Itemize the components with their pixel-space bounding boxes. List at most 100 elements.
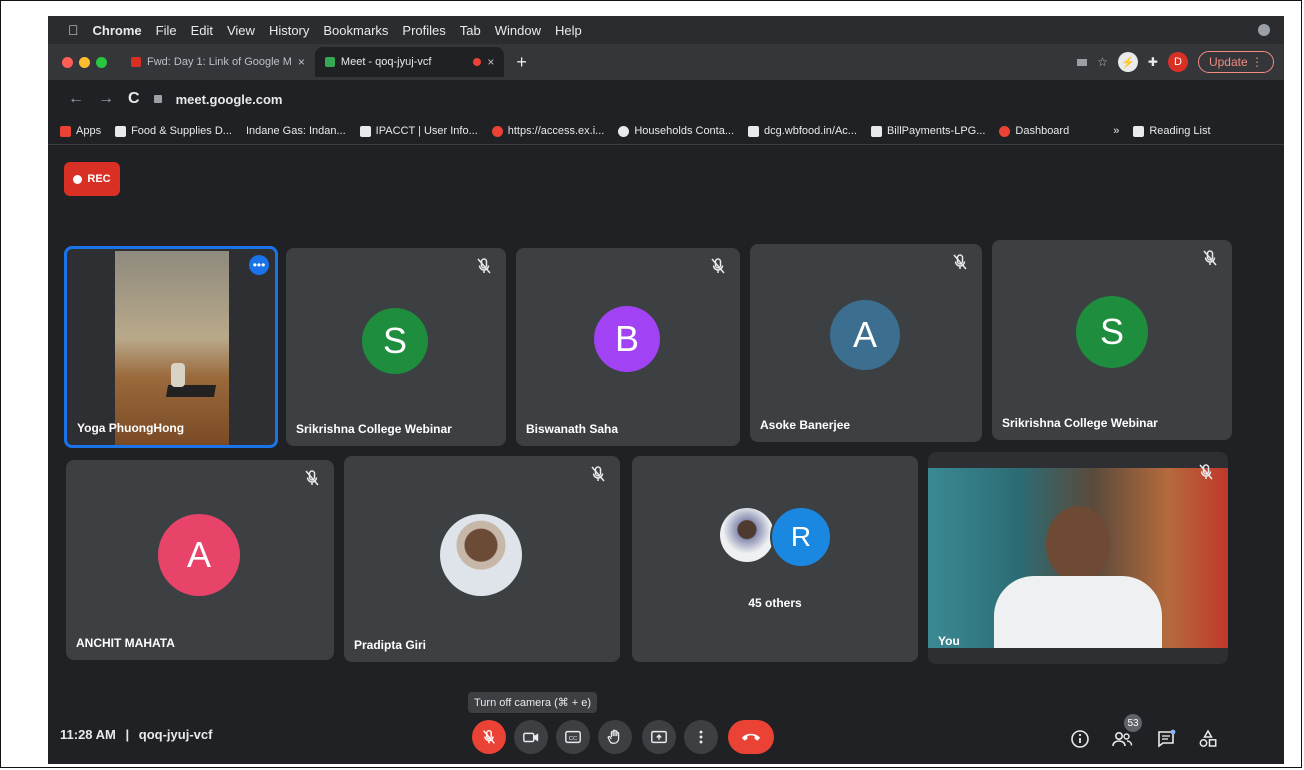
forward-icon[interactable]: → <box>98 90 114 108</box>
more-options-button[interactable] <box>684 720 718 754</box>
mic-off-icon <box>591 466 605 482</box>
reading-list-button[interactable]: Reading List <box>1133 125 1211 137</box>
camera-toggle-button[interactable] <box>514 720 548 754</box>
menu-profiles[interactable]: Profiles <box>402 23 445 38</box>
person-head <box>1046 506 1110 582</box>
menu-file[interactable]: File <box>156 23 177 38</box>
profile-avatar[interactable]: D <box>1167 52 1188 72</box>
video-feed <box>115 251 229 445</box>
close-window-icon[interactable] <box>62 56 73 68</box>
meeting-code: qoq-jyuj-vcf <box>138 727 213 742</box>
bookmark-dcg-wbfood[interactable]: dcg.wbfood.in/Ac... <box>748 125 857 137</box>
mic-off-icon <box>483 729 495 744</box>
apple-icon[interactable]:  <box>68 22 79 38</box>
record-dot-icon <box>73 174 83 184</box>
recording-badge[interactable]: REC <box>64 162 120 196</box>
captions-button[interactable]: CC <box>556 720 590 754</box>
extension-icon[interactable]: ⚡ <box>1117 52 1138 72</box>
menu-history[interactable]: History <box>269 23 309 38</box>
people-icon <box>1112 731 1133 747</box>
menu-tab[interactable]: Tab <box>460 23 481 38</box>
meeting-info: 11:28 AM | qoq-jyuj-vcf <box>60 727 212 742</box>
leave-call-button[interactable] <box>728 720 774 754</box>
menu-view[interactable]: View <box>227 23 255 38</box>
bookmark-apps[interactable]: Apps <box>60 125 101 137</box>
present-screen-button[interactable] <box>642 720 676 754</box>
bookmark-access[interactable]: https://access.ex.i... <box>491 125 604 137</box>
puzzle-icon[interactable]: ✚ <box>1148 55 1158 69</box>
participant-tile-others[interactable]: R 45 others <box>632 456 918 662</box>
present-icon <box>651 730 667 744</box>
bookmark-households[interactable]: Households Conta... <box>618 125 734 137</box>
bookmark-dashboard[interactable]: Dashboard <box>999 125 1069 137</box>
back-icon[interactable]: ← <box>68 90 84 108</box>
participant-name: Asoke Banerjee <box>760 418 851 432</box>
participant-avatar: S <box>1076 296 1148 368</box>
raise-hand-button[interactable] <box>598 720 632 754</box>
activities-button[interactable] <box>1196 728 1220 750</box>
menu-bar:  Chrome File Edit View History Bookmark… <box>48 16 1284 44</box>
bookmark-food-supplies[interactable]: Food & Supplies D... <box>115 125 232 137</box>
star-icon[interactable]: ☆ <box>1097 55 1108 69</box>
participant-name: Yoga PhuongHong <box>77 421 185 435</box>
hang-up-icon <box>741 733 761 741</box>
update-button[interactable]: Update ⋮ <box>1197 51 1274 73</box>
participant-tile-you[interactable]: You <box>928 452 1228 664</box>
participant-tile-yoga[interactable]: ••• Yoga PhuongHong <box>64 246 278 448</box>
minimize-window-icon[interactable] <box>79 56 90 68</box>
captions-icon: CC <box>565 730 581 744</box>
chat-icon <box>1158 729 1176 748</box>
url-field[interactable]: meet.google.com <box>176 92 283 107</box>
tab-meet[interactable]: Meet - qoq-jyuj-vcf × <box>314 47 505 77</box>
bookmark-label: Apps <box>76 125 102 137</box>
more-vert-icon <box>699 730 703 744</box>
camera-indicator-icon[interactable] <box>1077 58 1088 66</box>
toolbar-right: ☆ ⚡ ✚ D Update ⋮ <box>1077 51 1274 73</box>
mic-toggle-button[interactable] <box>472 720 506 754</box>
participant-tile-anchit[interactable]: A ANCHIT MAHATA <box>66 460 334 660</box>
close-tab-icon[interactable]: × <box>298 55 305 69</box>
tab-label: Meet - qoq-jyuj-vcf <box>340 56 432 68</box>
mic-off-icon <box>711 258 725 274</box>
meeting-details-button[interactable] <box>1068 728 1092 750</box>
lock-icon[interactable] <box>153 95 162 103</box>
participant-tile-biswanath[interactable]: B Biswanath Saha <box>516 248 740 446</box>
reload-icon[interactable]: C <box>128 90 140 108</box>
bookmark-ipacct[interactable]: IPACCT | User Info... <box>359 125 478 137</box>
participant-tile-pradipta[interactable]: Pradipta Giri <box>344 456 620 662</box>
participant-tile-srikrishna-2[interactable]: S Srikrishna College Webinar <box>992 240 1232 440</box>
bookmark-label: BillPayments-LPG... <box>886 125 986 137</box>
zoom-window-icon[interactable] <box>96 56 107 68</box>
screen:  Chrome File Edit View History Bookmark… <box>48 16 1284 764</box>
gmail-icon <box>131 57 141 67</box>
mic-off-icon <box>1203 250 1217 266</box>
more-options-icon[interactable]: ••• <box>249 255 269 275</box>
mic-off-icon <box>1199 464 1213 480</box>
people-count-badge: 53 <box>1124 714 1142 732</box>
chat-button[interactable] <box>1154 728 1178 750</box>
participant-photo <box>440 514 522 596</box>
menu-edit[interactable]: Edit <box>191 23 213 38</box>
tab-gmail[interactable]: Fwd: Day 1: Link of Google M × <box>121 47 315 77</box>
participant-tile-srikrishna-1[interactable]: S Srikrishna College Webinar <box>286 248 506 446</box>
bookmark-indane-gas[interactable]: Indane Gas: Indan... <box>246 125 346 137</box>
menu-help[interactable]: Help <box>555 23 582 38</box>
mic-off-icon <box>305 470 319 486</box>
status-icon[interactable] <box>1258 24 1270 36</box>
bookmark-label: Food & Supplies D... <box>131 125 232 137</box>
globe-icon <box>618 125 630 137</box>
menu-window[interactable]: Window <box>495 23 541 38</box>
info-icon <box>1071 730 1089 748</box>
bookmark-billpayments[interactable]: BillPayments-LPG... <box>870 125 986 137</box>
new-tab-button[interactable]: + <box>516 52 527 73</box>
app-name[interactable]: Chrome <box>93 23 142 38</box>
recording-icon <box>473 58 482 66</box>
globe-icon <box>491 125 503 137</box>
menu-bookmarks[interactable]: Bookmarks <box>323 23 388 38</box>
bookmarks-overflow-button[interactable]: » <box>1113 125 1119 137</box>
participant-avatar: S <box>362 308 428 374</box>
close-tab-icon[interactable]: × <box>487 55 494 69</box>
participant-tile-asoke[interactable]: A Asoke Banerjee <box>750 244 982 442</box>
participant-name: ANCHIT MAHATA <box>76 636 175 650</box>
tab-label: Fwd: Day 1: Link of Google M <box>147 56 292 68</box>
